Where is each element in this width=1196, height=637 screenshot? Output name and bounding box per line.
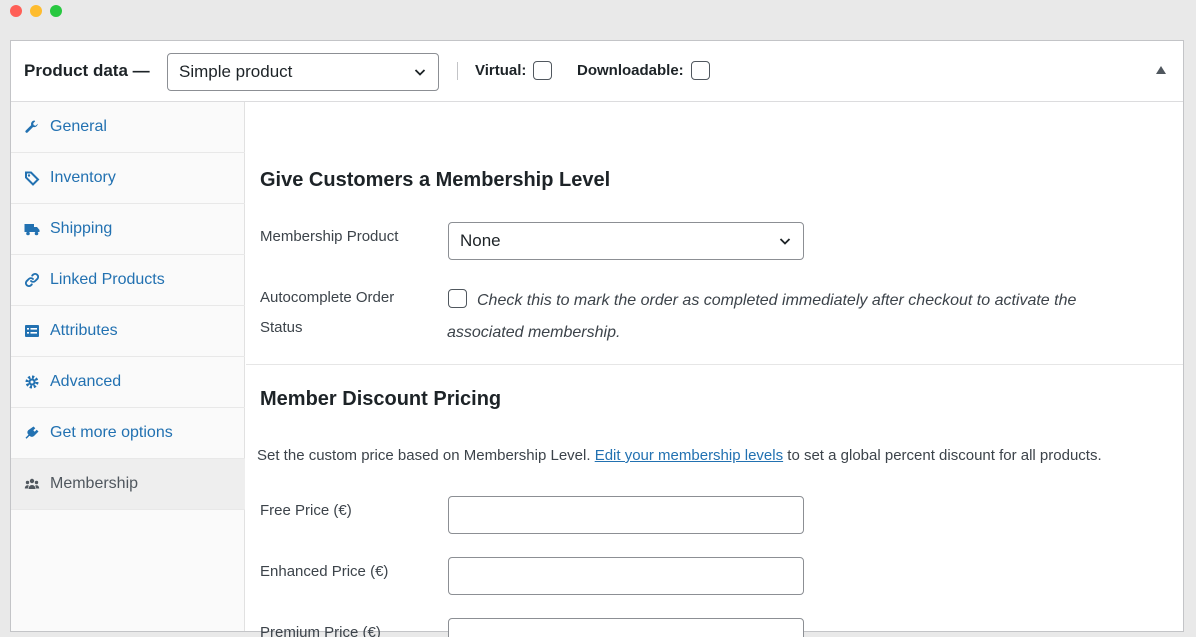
membership-product-value: None: [460, 231, 501, 250]
list-icon: [25, 325, 39, 337]
tab-label: General: [50, 118, 107, 135]
collapse-toggle-icon[interactable]: [1156, 66, 1166, 74]
tab-advanced[interactable]: Advanced: [11, 357, 245, 408]
tab-label: Get more options: [50, 424, 173, 441]
product-data-tabs: General Inventory Shipping Linked Produc…: [11, 102, 245, 631]
maximize-window-button[interactable]: [50, 5, 62, 17]
discount-section-title: Member Discount Pricing: [260, 388, 502, 410]
tab-general[interactable]: General: [11, 102, 245, 153]
discount-note-text-after: to set a global percent discount for all…: [787, 447, 1102, 464]
product-type-select[interactable]: Simple product: [167, 53, 439, 91]
tab-label: Linked Products: [50, 271, 165, 288]
premium-price-label: Premium Price (€): [260, 624, 381, 637]
free-price-label: Free Price (€): [260, 502, 352, 519]
tab-inventory[interactable]: Inventory: [11, 153, 245, 204]
tab-linked-products[interactable]: Linked Products: [11, 255, 245, 306]
virtual-checkbox[interactable]: [533, 61, 552, 80]
membership-panel: Give Customers a Membership Level Member…: [246, 102, 1183, 637]
membership-product-select[interactable]: None: [448, 222, 804, 260]
product-data-title: Product data —: [24, 61, 150, 80]
minimize-window-button[interactable]: [30, 5, 42, 17]
discount-note: Set the custom price based on Membership…: [257, 447, 1102, 464]
tab-label: Shipping: [50, 220, 113, 237]
membership-section-title: Give Customers a Membership Level: [260, 169, 611, 191]
close-window-button[interactable]: [10, 5, 22, 17]
plugin-icon: [25, 426, 39, 439]
premium-price-input[interactable]: [448, 618, 804, 637]
autocomplete-description: Check this to mark the order as complete…: [447, 292, 1077, 341]
section-divider: [246, 364, 1183, 365]
wrench-icon: [25, 120, 38, 133]
enhanced-price-input[interactable]: [448, 557, 804, 595]
header-divider: [457, 62, 458, 80]
enhanced-price-label: Enhanced Price (€): [260, 563, 389, 580]
membership-product-label: Membership Product: [260, 228, 399, 245]
gear-icon: [25, 375, 39, 389]
downloadable-checkbox[interactable]: [691, 61, 710, 80]
tab-membership[interactable]: Membership: [11, 459, 245, 510]
discount-note-text: Set the custom price based on Membership…: [257, 447, 591, 464]
virtual-label: Virtual:: [475, 62, 527, 79]
autocomplete-label-line2: Status: [260, 319, 303, 336]
free-price-input[interactable]: [448, 496, 804, 534]
tab-label: Advanced: [50, 373, 122, 390]
tab-shipping[interactable]: Shipping: [11, 204, 245, 255]
link-icon: [24, 272, 40, 288]
users-icon: [24, 478, 40, 489]
truck-icon: [24, 224, 40, 236]
autocomplete-label-line1: Autocomplete Order: [260, 289, 395, 306]
product-type-value: Simple product: [179, 62, 293, 81]
tab-get-more-options[interactable]: Get more options: [11, 408, 245, 459]
tab-attributes[interactable]: Attributes: [11, 306, 245, 357]
tag-icon: [25, 171, 40, 186]
tab-label: Attributes: [50, 322, 118, 339]
product-data-header: Product data — Simple product Virtual: D…: [11, 41, 1183, 102]
tab-label: Inventory: [50, 169, 116, 186]
chevron-down-icon: [779, 238, 791, 245]
edit-membership-levels-link[interactable]: Edit your membership levels: [595, 447, 783, 464]
tab-label: Membership: [50, 475, 139, 492]
product-data-panel: Product data — Simple product Virtual: D…: [10, 40, 1184, 637]
window-titlebar: [0, 0, 1196, 26]
downloadable-label: Downloadable:: [577, 62, 684, 79]
chevron-down-icon: [414, 69, 426, 76]
